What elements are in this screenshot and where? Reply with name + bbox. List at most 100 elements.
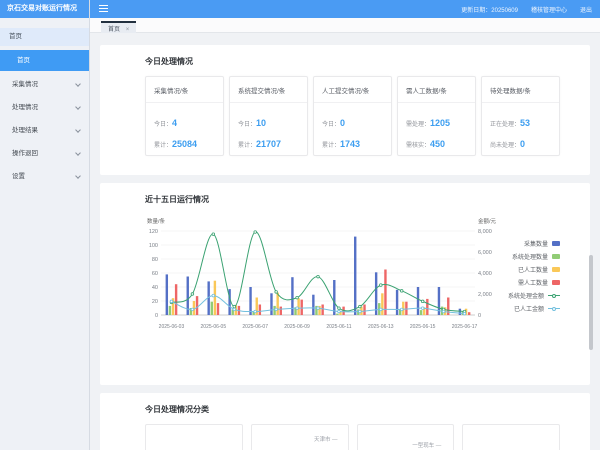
sidebar-item-settings[interactable]: 设置 <box>0 165 89 188</box>
svg-text:2025-06-05: 2025-06-05 <box>201 324 227 330</box>
bar-legend-marker-icon <box>552 254 560 259</box>
chevron-down-icon <box>75 104 81 110</box>
classify-card: 一型现车 — <box>357 424 455 450</box>
center-link[interactable]: 稽核管理中心 <box>531 5 567 14</box>
svg-text:2025-06-15: 2025-06-15 <box>410 324 436 330</box>
chevron-down-icon <box>75 127 81 133</box>
stat-label: 需核实： <box>406 143 430 149</box>
app-root: 京石交易对账运行情况 首页 首页采集情况处理情况处理结果操作退回设置 更新日期：… <box>0 0 600 450</box>
stat-row: 需核实：450 <box>406 134 467 152</box>
legend-label: 系统处理金额 <box>508 291 544 300</box>
stat-card-title: 系统提交情况/条 <box>230 77 307 103</box>
svg-text:6,000: 6,000 <box>478 250 492 256</box>
classify-card: 天津市 — <box>251 424 349 450</box>
chevron-down-icon <box>75 173 81 179</box>
sidebar-item-label: 操作退回 <box>12 150 38 157</box>
stat-label: 今日： <box>322 122 340 128</box>
svg-text:金额/元: 金额/元 <box>478 217 497 225</box>
legend-label: 采集数量 <box>524 239 548 248</box>
legend-item[interactable]: 系统处理数量 <box>508 250 560 263</box>
svg-text:8,000: 8,000 <box>478 229 492 235</box>
stat-value: 25084 <box>172 139 197 149</box>
section-classify-title: 今日处理情况分类 <box>145 404 560 415</box>
stat-row: 今日：10 <box>238 113 299 131</box>
stat-label: 累计： <box>322 143 340 149</box>
svg-text:4,000: 4,000 <box>478 271 492 277</box>
legend-item[interactable]: 需人工数量 <box>508 276 560 289</box>
pie-legend-label: 一型现车 — <box>412 441 441 449</box>
section-fifteen-title: 近十五日运行情况 <box>145 194 560 205</box>
section-today: 今日处理情况 采集情况/条今日：4累计：25084系统提交情况/条今日：10累计… <box>100 45 590 175</box>
svg-text:0: 0 <box>155 313 158 319</box>
legend-item[interactable]: 采集数量 <box>508 237 560 250</box>
stat-card: 人工提交情况/条今日：0 累计：1743 <box>313 76 392 156</box>
sidebar-item-operation-rollback[interactable]: 操作退回 <box>0 142 89 165</box>
stat-value: 10 <box>256 118 266 128</box>
svg-text:2025-06-17: 2025-06-17 <box>452 324 478 330</box>
logout-button[interactable]: 退出 <box>580 5 592 14</box>
svg-text:2,000: 2,000 <box>478 292 492 298</box>
stat-label: 累计： <box>154 143 172 149</box>
svg-text:数量/条: 数量/条 <box>147 217 166 225</box>
stat-card-title: 需人工数据/条 <box>398 77 475 103</box>
sidebar-item-label: 设置 <box>12 173 25 180</box>
scrollbar-thumb[interactable] <box>589 255 593 350</box>
svg-text:20: 20 <box>152 299 158 305</box>
stat-value: 0 <box>520 139 525 149</box>
stat-row: 累计：25084 <box>154 134 215 152</box>
app-title: 京石交易对账运行情况 <box>0 0 89 18</box>
section-fifteen-days: 近十五日运行情况 数量/条金额/元02040608010012002,0004,… <box>100 183 590 385</box>
stat-value: 0 <box>340 118 345 128</box>
tabbar: 首页 × <box>90 18 600 33</box>
stat-label: 尚未处理： <box>490 143 520 149</box>
update-date-label: 更新日期：20250609 <box>461 5 518 14</box>
stat-label: 累计： <box>238 143 256 149</box>
stat-value: 1743 <box>340 139 360 149</box>
sidebar-item-processing-status[interactable]: 处理情况 <box>0 96 89 119</box>
stat-card: 需人工数据/条需处理：1205 需核实：450 <box>397 76 476 156</box>
line-legend-marker-icon <box>548 306 560 311</box>
stat-card-title: 采集情况/条 <box>146 77 223 103</box>
sidebar-item-label: 采集情况 <box>12 81 38 88</box>
svg-text:60: 60 <box>152 271 158 277</box>
legend-item[interactable]: 已人工金额 <box>508 302 560 315</box>
stat-value: 4 <box>172 118 177 128</box>
sidebar-item-processing-results[interactable]: 处理结果 <box>0 119 89 142</box>
sidebar: 京石交易对账运行情况 首页 首页采集情况处理情况处理结果操作退回设置 <box>0 0 90 450</box>
stat-card: 系统提交情况/条今日：10 累计：21707 <box>229 76 308 156</box>
svg-text:2025-06-13: 2025-06-13 <box>368 324 394 330</box>
main-content: 今日处理情况 采集情况/条今日：4累计：25084系统提交情况/条今日：10累计… <box>90 33 600 450</box>
stat-card-title: 人工提交情况/条 <box>314 77 391 103</box>
pie-legend-label: 天津市 — <box>314 435 338 443</box>
legend-label: 已人工数量 <box>518 265 548 274</box>
svg-text:40: 40 <box>152 285 158 291</box>
stat-row: 累计：21707 <box>238 134 299 152</box>
stat-row: 今日：0 <box>322 113 383 131</box>
hamburger-icon[interactable] <box>90 0 116 18</box>
sidebar-item-collection-status[interactable]: 采集情况 <box>0 73 89 96</box>
stat-row: 正在处理：53 <box>490 113 551 131</box>
bar-legend-marker-icon <box>552 267 560 272</box>
legend-label: 需人工数量 <box>518 278 548 287</box>
stat-label: 今日： <box>154 122 172 128</box>
sidebar-item-label: 首页 <box>17 57 30 64</box>
stat-row: 尚未处理：0 <box>490 134 551 152</box>
legend-label: 系统处理数量 <box>512 252 548 261</box>
line-legend-marker-icon <box>548 293 560 298</box>
sidebar-item-label: 处理结果 <box>12 127 38 134</box>
sidebar-group-home[interactable]: 首页 <box>0 28 89 46</box>
legend-item[interactable]: 系统处理金额 <box>508 289 560 302</box>
chart-canvas: 数量/条金额/元02040608010012002,0004,0006,0008… <box>145 215 503 349</box>
stat-label: 今日： <box>238 122 256 128</box>
combo-chart: 数量/条金额/元02040608010012002,0004,0006,0008… <box>145 207 560 359</box>
section-today-title: 今日处理情况 <box>145 56 560 67</box>
stat-label: 正在处理： <box>490 122 520 128</box>
stat-value: 1205 <box>430 118 450 128</box>
topbar-right: 更新日期：20250609 稽核管理中心 退出 <box>461 5 600 14</box>
stat-row: 今日：4 <box>154 113 215 131</box>
bar-legend-marker-icon <box>552 241 560 246</box>
svg-text:120: 120 <box>149 229 158 235</box>
legend-item[interactable]: 已人工数量 <box>508 263 560 276</box>
stat-label: 需处理： <box>406 122 430 128</box>
sidebar-item-home[interactable]: 首页 <box>0 50 89 71</box>
